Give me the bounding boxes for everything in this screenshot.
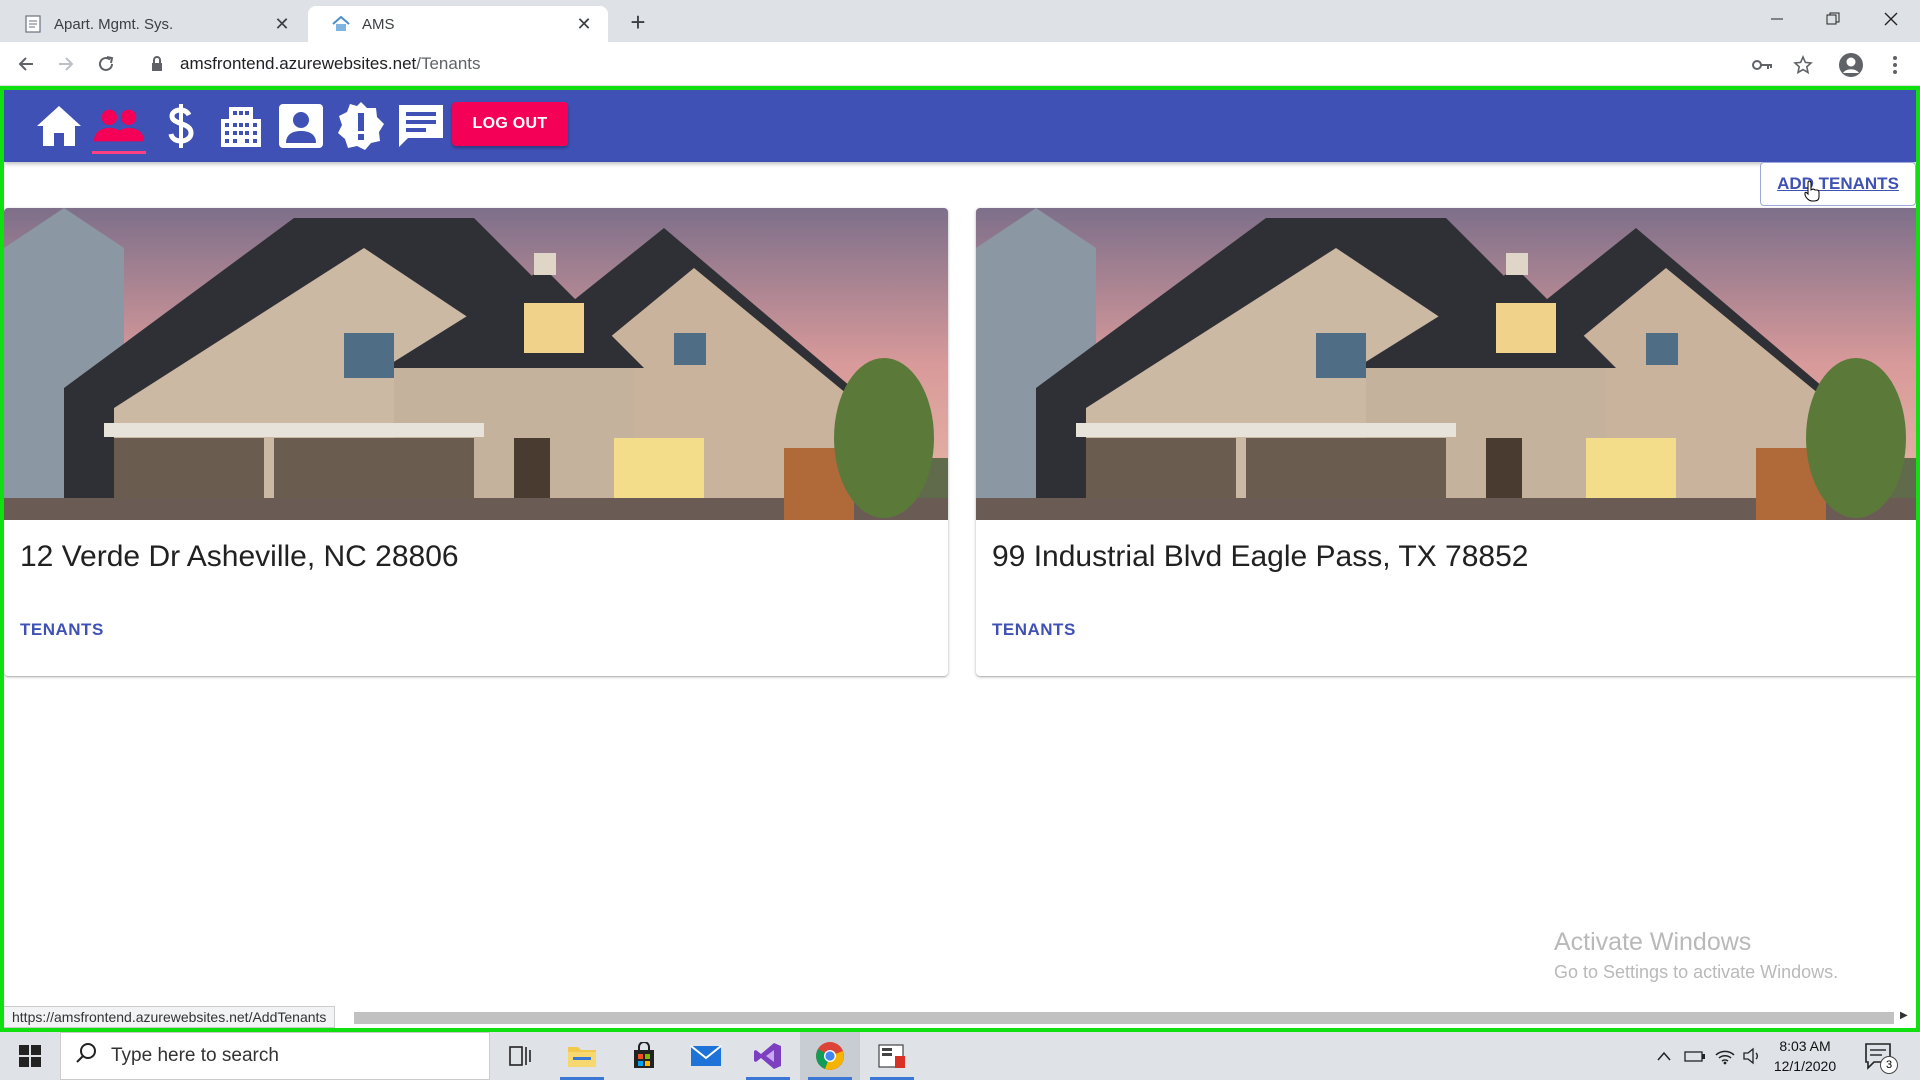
windows-taskbar: Type here to search 8:03 AM 12/1/2020 3 — [0, 1032, 1920, 1080]
add-tenants-button[interactable]: ADD TENANTS — [1760, 162, 1916, 206]
horizontal-scrollbar[interactable] — [354, 1012, 1894, 1024]
tab-ams[interactable]: AMS ✕ — [308, 6, 608, 42]
new-tab-icon[interactable]: + — [624, 7, 652, 37]
close-icon[interactable]: ✕ — [574, 14, 594, 34]
house-icon — [332, 15, 350, 33]
chevron-up-icon[interactable] — [1652, 1032, 1676, 1080]
tab-apart-mgmt[interactable]: Apart. Mgmt. Sys. ✕ — [0, 6, 306, 42]
house-photo — [4, 208, 948, 520]
url-host: amsfrontend.azurewebsites.net — [180, 54, 417, 73]
tab-title: AMS — [362, 15, 395, 33]
activate-windows-title: Activate Windows — [1554, 928, 1752, 956]
key-icon[interactable] — [1750, 52, 1776, 78]
task-view-icon[interactable] — [490, 1032, 550, 1080]
document-icon — [24, 15, 42, 33]
search-placeholder: Type here to search — [111, 1045, 279, 1066]
lock-icon — [150, 56, 166, 72]
visual-studio-icon[interactable] — [738, 1032, 798, 1080]
store-icon[interactable] — [614, 1032, 674, 1080]
message-icon[interactable] — [394, 100, 448, 152]
property-address: 12 Verde Dr Asheville, NC 28806 — [20, 540, 459, 573]
people-icon[interactable] — [92, 100, 146, 154]
restore-icon[interactable] — [1810, 0, 1856, 38]
close-window-icon[interactable] — [1868, 0, 1914, 38]
alert-icon[interactable] — [334, 100, 388, 152]
star-icon[interactable] — [1790, 52, 1816, 78]
taskbar-clock[interactable]: 8:03 AM 12/1/2020 — [1760, 1036, 1850, 1076]
house-photo — [976, 208, 1916, 520]
kebab-menu-icon[interactable] — [1882, 52, 1908, 78]
logout-button[interactable]: LOG OUT — [452, 102, 568, 146]
url-path: /Tenants — [416, 54, 481, 73]
back-icon[interactable] — [12, 50, 40, 78]
page-viewport: LOG OUT ADD TENANTS 12 Verde Dr Ashevill… — [0, 86, 1920, 1032]
address-bar[interactable]: amsfrontend.azurewebsites.net/Tenants — [140, 48, 1760, 80]
link-status-bar: https://amsfrontend.azurewebsites.net/Ad… — [4, 1006, 336, 1028]
forward-icon[interactable] — [52, 50, 80, 78]
property-card: 12 Verde Dr Asheville, NC 28806 TENANTS — [4, 208, 948, 676]
clock-time: 8:03 AM — [1779, 1038, 1831, 1054]
profile-avatar-icon[interactable] — [1838, 52, 1864, 78]
close-icon[interactable]: ✕ — [272, 14, 292, 34]
scroll-right-icon[interactable]: ▶ — [1900, 1010, 1912, 1026]
notification-count-badge: 3 — [1880, 1056, 1898, 1074]
person-badge-icon[interactable] — [274, 100, 328, 152]
minimize-icon[interactable] — [1754, 0, 1800, 38]
windows-start-icon[interactable] — [0, 1032, 60, 1080]
battery-icon[interactable] — [1682, 1032, 1708, 1080]
mail-icon[interactable] — [676, 1032, 736, 1080]
file-explorer-icon[interactable] — [552, 1032, 612, 1080]
property-card: 99 Industrial Blvd Eagle Pass, TX 78852 … — [976, 208, 1916, 676]
home-icon[interactable] — [32, 100, 86, 152]
wifi-icon[interactable] — [1712, 1032, 1738, 1080]
reload-icon[interactable] — [92, 50, 120, 78]
dollar-icon[interactable] — [154, 100, 208, 152]
tab-title: Apart. Mgmt. Sys. — [54, 15, 174, 33]
hand-cursor-icon — [1804, 180, 1820, 202]
activate-windows-subtitle: Go to Settings to activate Windows. — [1554, 962, 1839, 982]
tenants-link[interactable]: TENANTS — [992, 620, 1076, 640]
browser-toolbar: amsfrontend.azurewebsites.net/Tenants — [0, 42, 1920, 86]
tenants-link[interactable]: TENANTS — [20, 620, 104, 640]
property-address: 99 Industrial Blvd Eagle Pass, TX 78852 — [992, 540, 1529, 573]
screen: Apart. Mgmt. Sys. ✕ AMS ✕ + amsfrontend.… — [0, 0, 1920, 1080]
app-bar: LOG OUT — [4, 90, 1916, 162]
search-icon — [75, 1042, 97, 1070]
chrome-icon[interactable] — [800, 1032, 860, 1080]
teams-app-icon[interactable] — [862, 1032, 922, 1080]
url-text: amsfrontend.azurewebsites.net/Tenants — [180, 54, 481, 74]
taskbar-search-input[interactable]: Type here to search — [60, 1032, 490, 1080]
browser-tab-strip: Apart. Mgmt. Sys. ✕ AMS ✕ + — [0, 0, 1920, 42]
clock-date: 12/1/2020 — [1773, 1058, 1837, 1074]
building-icon[interactable] — [214, 100, 268, 152]
